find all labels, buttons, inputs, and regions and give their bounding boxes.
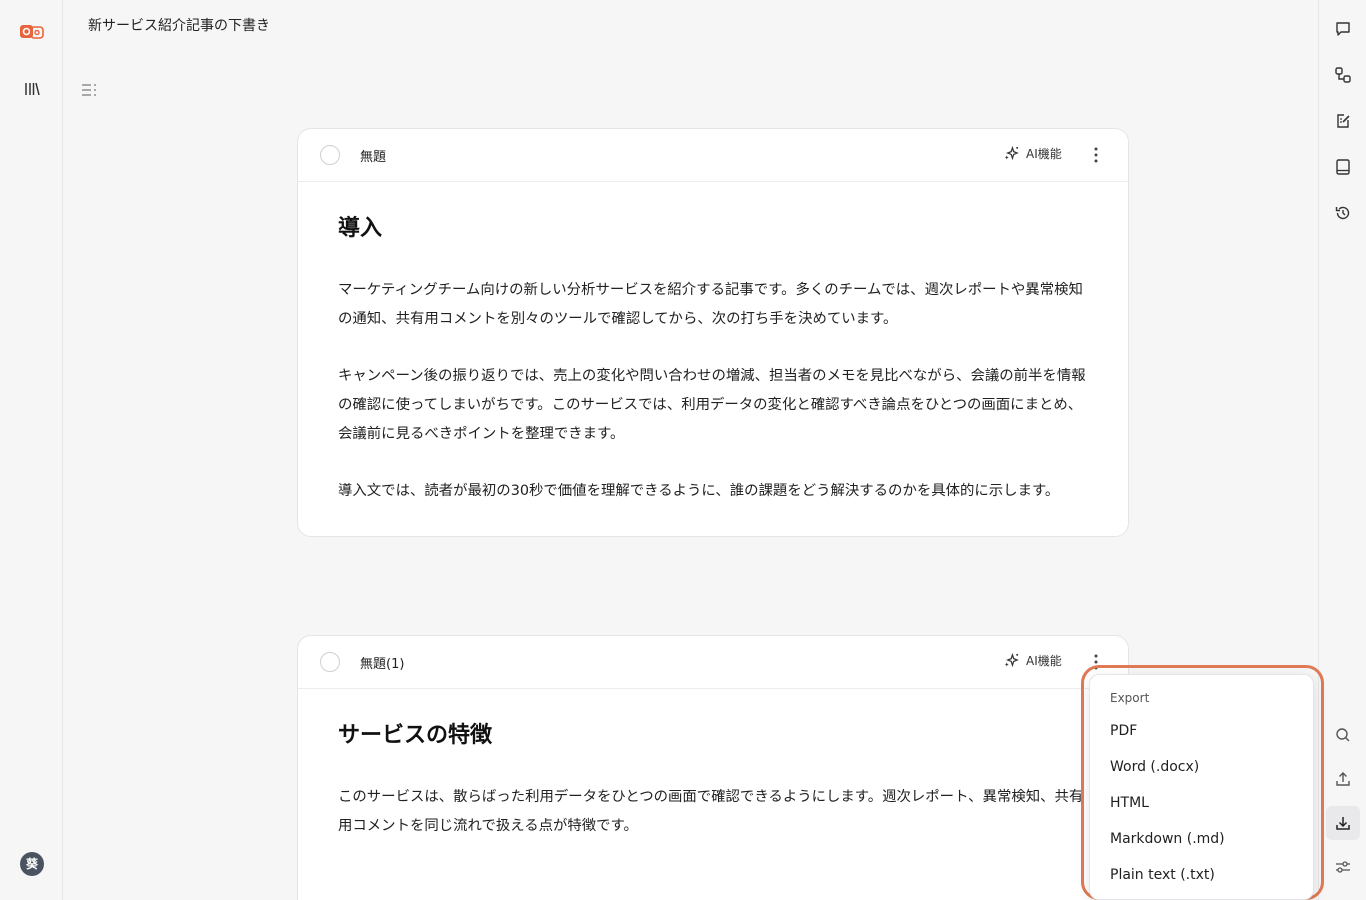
history-button[interactable]	[1328, 198, 1358, 228]
export-menu-title: Export	[1110, 691, 1150, 705]
card-body[interactable]: 導入 マーケティングチーム向けの新しい分析サービスを紹介する記事です。多くのチー…	[298, 182, 1128, 536]
card-body[interactable]: サービスの特徴 このサービスは、散らばった利用データをひとつの画面で確認できるよ…	[298, 689, 1128, 871]
card-header: 無題 AI機能	[298, 129, 1128, 182]
ai-features-label: AI機能	[1026, 147, 1062, 161]
comments-button[interactable]	[1328, 14, 1358, 44]
export-plaintext-item[interactable]: Plain text (.txt)	[1110, 867, 1300, 883]
section-card: 無題(1) AI機能 サービスの特徴 このサービスは、散らばった利用データをひと…	[297, 635, 1129, 900]
card-header: 無題(1) AI機能	[298, 636, 1128, 689]
outline-toggle-icon[interactable]	[80, 81, 100, 99]
export-pdf-item[interactable]: PDF	[1110, 723, 1300, 739]
book-button[interactable]	[1328, 152, 1358, 182]
left-sidebar: 葵	[0, 0, 63, 900]
ai-features-label: AI機能	[1026, 654, 1062, 668]
section-name: 無題	[360, 150, 387, 165]
paragraph[interactable]: このサービスは、散らばった利用データをひとつの画面で確認できるようにします。週次…	[338, 783, 1088, 841]
upload-icon	[1336, 772, 1350, 786]
section-heading[interactable]: 導入	[338, 212, 1088, 246]
history-icon	[1335, 206, 1350, 220]
section-checkbox[interactable]	[320, 145, 340, 165]
document-title: 新サービス紹介記事の下書き	[88, 18, 270, 34]
export-menu: Export PDF Word (.docx) HTML Markdown (.…	[1089, 674, 1314, 900]
search-icon	[1336, 728, 1350, 742]
sparkle-icon	[1004, 145, 1019, 161]
export-docx-item[interactable]: Word (.docx)	[1110, 759, 1300, 775]
comment-icon	[1336, 22, 1350, 36]
app-logo-icon[interactable]	[19, 22, 45, 42]
search-button[interactable]	[1328, 720, 1358, 750]
ai-features-button[interactable]: AI機能	[1003, 652, 1062, 669]
edit-notes-button[interactable]	[1328, 106, 1358, 136]
right-toolbar	[1318, 0, 1366, 900]
book-icon	[1336, 159, 1350, 175]
edit-note-icon	[1337, 114, 1350, 128]
download-button[interactable]	[1326, 806, 1360, 840]
settings-button[interactable]	[1328, 852, 1358, 882]
section-heading[interactable]: サービスの特徴	[338, 719, 1088, 753]
section-checkbox[interactable]	[320, 652, 340, 672]
export-html-item[interactable]: HTML	[1110, 795, 1300, 811]
download-icon	[1336, 817, 1350, 830]
upload-button[interactable]	[1328, 764, 1358, 794]
section-card: 無題 AI機能 導入 マーケティングチーム向けの新しい分析サービスを紹介する記事…	[297, 128, 1129, 537]
paragraph[interactable]: 導入文では、読者が最初の30秒で価値を理解できるように、誰の課題をどう解決するの…	[338, 477, 1088, 506]
sparkle-icon	[1004, 652, 1019, 668]
library-icon[interactable]	[23, 80, 41, 98]
paragraph[interactable]: マーケティングチーム向けの新しい分析サービスを紹介する記事です。多くのチームでは…	[338, 276, 1088, 334]
user-avatar[interactable]: 葵	[20, 852, 44, 876]
workflow-icon	[1335, 67, 1351, 83]
flow-button[interactable]	[1328, 60, 1358, 90]
ai-features-button[interactable]: AI機能	[1003, 145, 1062, 162]
paragraph[interactable]: キャンペーン後の振り返りでは、売上の変化や問い合わせの増減、担当者のメモを見比べ…	[338, 362, 1088, 449]
export-markdown-item[interactable]: Markdown (.md)	[1110, 831, 1300, 847]
section-name: 無題(1)	[360, 657, 405, 672]
sliders-icon	[1336, 861, 1350, 873]
more-options-icon[interactable]	[1088, 145, 1104, 165]
